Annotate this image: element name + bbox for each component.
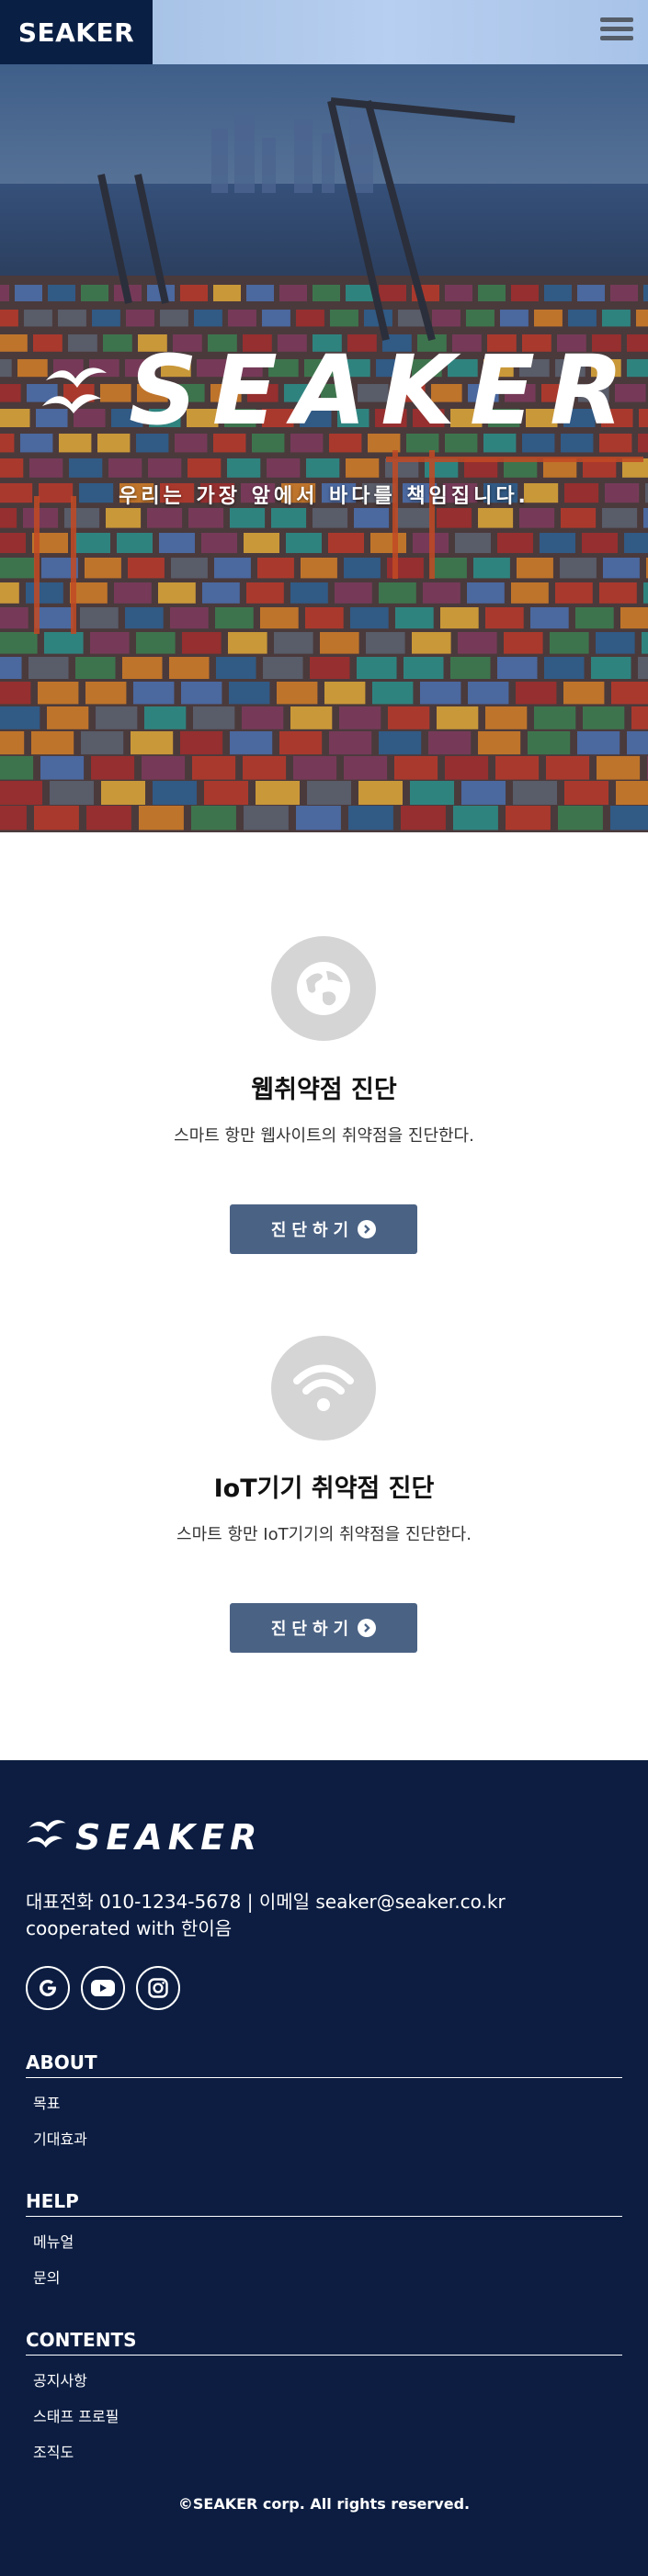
section-title: ABOUT: [26, 2051, 622, 2078]
hero-tagline: 우리는 가장 앞에서 바다를 책임집니다.: [119, 485, 529, 508]
wifi-icon-circle: [271, 1336, 376, 1441]
header-logo[interactable]: SEAKER: [0, 0, 153, 64]
top-header: SEAKER: [0, 0, 648, 64]
footer-logo[interactable]: SEAKER: [75, 1817, 262, 1858]
button-label: 진단하기: [270, 1221, 355, 1240]
section-title: CONTENTS: [26, 2329, 622, 2356]
service-title: IoT기기 취약점 진단: [213, 1474, 435, 1503]
chevron-right-circle-icon: [358, 1220, 377, 1238]
footer-link-goal[interactable]: 목표: [33, 2085, 622, 2121]
hero-banner: SEAKER 우리는 가장 앞에서 바다를 책임집니다.: [0, 64, 648, 832]
chevron-right-circle-icon: [358, 1619, 377, 1637]
footer-section-contents: CONTENTS 공지사항 스태프 프로필 조직도: [26, 2329, 622, 2470]
footer-section-about: ABOUT 목표 기대효과: [26, 2051, 622, 2157]
globe-icon-circle: [271, 936, 376, 1041]
footer-link-expected-effect[interactable]: 기대효과: [33, 2121, 622, 2157]
footer-link-organization[interactable]: 조직도: [33, 2435, 622, 2470]
footer-contact: 대표전화 010-1234-5678 | 이메일 seaker@seaker.c…: [26, 1889, 506, 1942]
footer-link-staff-profile[interactable]: 스태프 프로필: [33, 2399, 622, 2435]
diagnose-iot-button[interactable]: 진단하기: [230, 1603, 417, 1653]
site-footer: SEAKER 대표전화 010-1234-5678 | 이메일 seaker@s…: [0, 1760, 648, 2576]
seagull-icon: [27, 1820, 66, 1848]
social-links: [26, 1966, 180, 2010]
diagnose-web-button[interactable]: 진단하기: [230, 1204, 417, 1254]
service-description: 스마트 항만 IoT기기의 취약점을 진단한다.: [176, 1525, 472, 1544]
service-description: 스마트 항만 웹사이트의 취약점을 진단한다.: [174, 1126, 474, 1146]
service-title: 웹취약점 진단: [251, 1076, 397, 1104]
cooperation-line: cooperated with 한이음: [26, 1917, 233, 1939]
google-icon[interactable]: [26, 1966, 70, 2010]
seagull-icon: [42, 367, 107, 413]
contact-line: 대표전화 010-1234-5678 | 이메일 seaker@seaker.c…: [26, 1891, 506, 1913]
footer-link-inquiry[interactable]: 문의: [33, 2260, 622, 2296]
button-label: 진단하기: [270, 1620, 355, 1639]
hamburger-menu-icon[interactable]: [598, 13, 635, 50]
footer-link-notice[interactable]: 공지사항: [33, 2363, 622, 2399]
footer-link-manual[interactable]: 메뉴얼: [33, 2224, 622, 2260]
instagram-icon[interactable]: [136, 1966, 180, 2010]
section-title: HELP: [26, 2190, 622, 2217]
hero-brand-title: SEAKER: [129, 334, 639, 446]
header-logo-text: SEAKER: [17, 17, 135, 48]
port-background-image: [0, 64, 648, 832]
footer-section-help: HELP 메뉴얼 문의: [26, 2190, 622, 2296]
wifi-icon: [293, 1364, 354, 1411]
globe-icon: [297, 962, 350, 1015]
copyright: ©SEAKER corp. All rights reserved.: [177, 2495, 471, 2513]
youtube-icon[interactable]: [81, 1966, 125, 2010]
